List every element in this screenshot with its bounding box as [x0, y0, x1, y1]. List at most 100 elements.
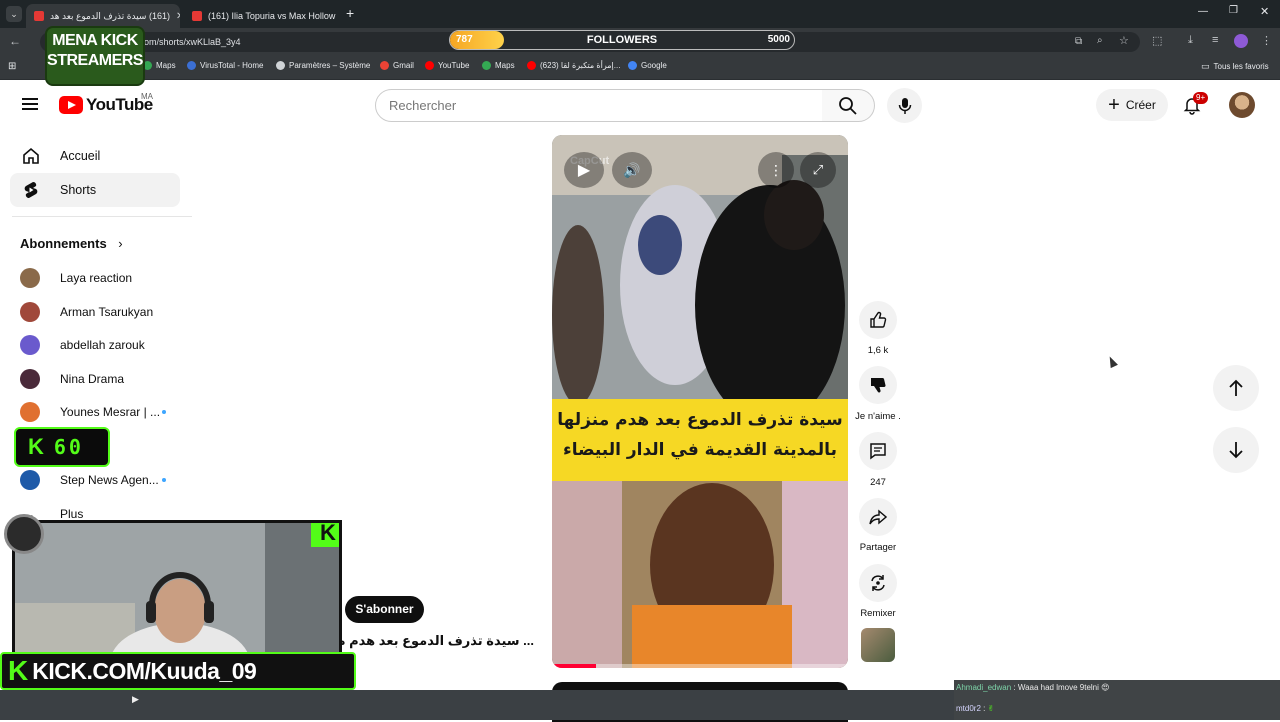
folder-icon: ▭ — [1201, 61, 1210, 71]
next-short-button[interactable] — [1213, 427, 1259, 473]
hamburger-menu-icon[interactable] — [22, 98, 38, 110]
gear-icon — [276, 61, 285, 70]
bookmark-item[interactable]: YouTube — [425, 61, 469, 70]
channel-avatar — [20, 302, 40, 322]
bookmark-item[interactable]: Gmail — [380, 61, 414, 70]
subscribe-button[interactable]: S'abonner — [345, 596, 424, 623]
tab-active[interactable]: (161) سيدة تذرف الدموع بعد هد ✕ — [26, 4, 180, 28]
bookmark-item[interactable]: (623) إمرأة متكبرة لقا... — [527, 61, 620, 70]
create-button[interactable]: + Créer — [1096, 89, 1168, 121]
url-text: om/shorts/xwKLlaB_3y4 — [144, 37, 241, 47]
apps-grid-icon[interactable]: ⊞ — [8, 61, 16, 72]
dislike-button[interactable] — [859, 366, 897, 404]
dislike-label: Je n'aime . — [855, 411, 901, 422]
share-button[interactable] — [859, 498, 897, 536]
short-video-player[interactable]: CapCut ▶ 🔊 ⋮ ⤢ سيدة تذرف الدموع بعد هدم … — [552, 135, 848, 668]
kick-channel-url: KICK.COM/Kuuda_09 — [32, 657, 257, 684]
minimize-icon[interactable]: — — [1198, 6, 1208, 17]
notification-badge: 9+ — [1193, 92, 1209, 104]
progress-track[interactable] — [552, 664, 848, 668]
comments-button[interactable] — [859, 432, 897, 470]
menu-kebab-icon[interactable]: ⋮ — [1261, 34, 1272, 47]
subscription-item[interactable]: Laya reaction — [20, 266, 132, 290]
profile-avatar[interactable] — [1234, 34, 1248, 48]
subscription-item[interactable]: Nina Drama — [20, 367, 124, 391]
sound-thumbnail[interactable] — [861, 628, 895, 662]
all-favorites[interactable]: ▭ Tous les favoris — [1201, 61, 1269, 72]
chevron-right-icon: › — [118, 236, 123, 251]
like-button[interactable] — [859, 301, 897, 339]
ouadie-emblem-icon — [4, 514, 44, 554]
kebab-menu-icon: ⋮ — [769, 161, 783, 178]
streamer-webcam: K — [12, 520, 342, 658]
virustotal-icon — [187, 61, 196, 70]
followers-goal: 5000 — [767, 34, 790, 45]
play-button[interactable]: ▶ — [564, 152, 604, 188]
google-icon — [628, 61, 637, 70]
kick-corner-badge-icon: K — [311, 523, 339, 547]
new-content-dot — [162, 410, 166, 414]
caption-line-1: سيدة تذرف الدموع بعد هدم منزلها — [557, 410, 843, 430]
short-title[interactable]: ... سيدة تذرف الدموع بعد هدم منزلها — [338, 633, 534, 649]
play-icon: ▶ — [577, 162, 591, 179]
shorts-icon — [24, 181, 38, 199]
bookmark-item[interactable]: Maps — [482, 61, 515, 70]
youtube-logo[interactable]: YouTube — [59, 95, 153, 115]
subscriptions-heading[interactable]: Abonnements › — [20, 236, 123, 251]
kick-k-icon: K — [8, 655, 29, 686]
subscription-item[interactable]: Step News Agen... — [20, 468, 166, 492]
share-icon — [869, 509, 887, 525]
bookmark-star-icon[interactable]: ☆ — [1119, 34, 1129, 47]
chat-username: mtd0r2 — [956, 704, 981, 713]
channel-avatar — [20, 402, 40, 422]
voice-search-button[interactable] — [887, 88, 922, 123]
fullscreen-button[interactable]: ⤢ — [800, 152, 836, 188]
arrow-up-icon — [1229, 379, 1243, 396]
previous-short-button[interactable] — [1213, 365, 1259, 411]
youtube-icon — [527, 61, 536, 70]
home-icon — [23, 147, 39, 164]
search-button[interactable] — [822, 89, 875, 122]
remix-label: Remixer — [860, 608, 896, 619]
download-icon[interactable]: ⤓ — [1188, 34, 1193, 47]
volume-button[interactable]: 🔊 — [612, 152, 652, 188]
close-tab-icon[interactable]: ✕ — [176, 11, 180, 22]
thumbs-down-icon — [871, 377, 886, 393]
maximize-icon[interactable]: ❐ — [1229, 5, 1238, 16]
remix-button[interactable] — [859, 564, 897, 602]
subscription-item[interactable]: Younes Mesrar | ... — [20, 400, 166, 424]
subscription-item[interactable]: Arman Tsarukyan — [20, 300, 153, 324]
search-input[interactable]: Rechercher — [375, 89, 823, 122]
kick-counter-widget: K 60 — [14, 427, 110, 467]
notifications-button[interactable]: 9+ — [1182, 92, 1209, 117]
account-avatar[interactable] — [1229, 92, 1255, 118]
play-icon[interactable]: ▶ — [132, 694, 139, 705]
chat-text: ✌ — [987, 704, 995, 713]
sidebar-item-home[interactable]: Accueil — [10, 139, 180, 173]
bookmark-item[interactable]: Paramètres – Système — [276, 61, 370, 70]
channel-avatar — [20, 369, 40, 389]
search-icon — [839, 96, 857, 115]
country-code: MA — [141, 92, 153, 101]
video-frame — [552, 135, 848, 668]
tab-search-button[interactable]: ⌄ — [6, 6, 22, 22]
close-window-icon[interactable]: ✕ — [1260, 5, 1269, 18]
bookmark-item[interactable]: VirusTotal - Home — [187, 61, 263, 70]
zoom-icon[interactable]: ⌕ — [1097, 35, 1103, 46]
expand-icon: ⤢ — [812, 162, 824, 177]
subscription-item[interactable]: abdellah zarouk — [20, 333, 145, 357]
new-content-dot — [162, 478, 166, 482]
install-app-icon[interactable]: ⧉ — [1075, 36, 1082, 47]
sidebar-item-shorts[interactable]: Shorts — [10, 173, 180, 207]
bookmark-item[interactable]: Maps — [143, 61, 176, 70]
new-tab-button[interactable]: + — [346, 5, 354, 21]
more-options-button[interactable]: ⋮ — [758, 152, 794, 188]
sidebar-item-label: Shorts — [60, 183, 97, 197]
back-arrow-icon[interactable]: ← — [9, 34, 21, 48]
bookmark-item[interactable]: Google — [628, 61, 667, 70]
extensions-icon[interactable]: ⬚ — [1152, 34, 1162, 47]
tab-inactive[interactable]: (161) Ilia Topuria vs Max Hollow ✕ — [184, 4, 340, 28]
youtube-icon — [425, 61, 434, 70]
media-icon[interactable]: ≡ — [1212, 34, 1218, 46]
mouse-cursor-icon — [1106, 354, 1118, 369]
